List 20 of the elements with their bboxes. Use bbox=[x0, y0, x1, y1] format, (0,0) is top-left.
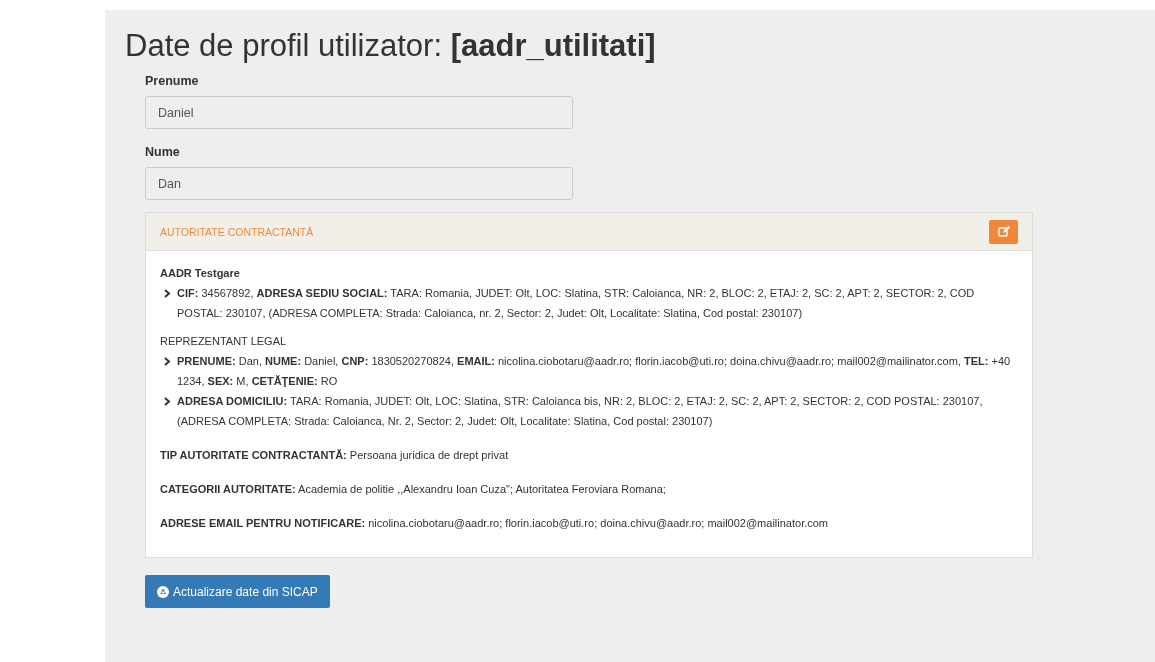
section-heading: REPREZENTANT LEGAL bbox=[160, 334, 288, 349]
input-field[interactable]: Daniel bbox=[145, 96, 573, 129]
info-line: CATEGORII AUTORITATE: Academia de politie ,,Alexandru Ioan Cuza"; Autoritatea Feroviara Romana; bbox=[160, 482, 667, 497]
chevron-icon bbox=[164, 357, 171, 366]
section-heading: AADR Testgare bbox=[160, 266, 241, 281]
panel-title: AUTORITATE CONTRACTANTĂ bbox=[160, 225, 314, 238]
field-label: Prenume bbox=[145, 74, 199, 88]
field-label: Nume bbox=[145, 145, 180, 159]
info-line: ADRESE EMAIL PENTRU NOTIFICARE: nicolina.ciobotaru@aadr.ro; florin.iacob@uti.ro; doina.chivu@aadr.ro; mail002@mailinator.com bbox=[160, 516, 830, 531]
input-field[interactable]: Dan bbox=[145, 167, 573, 200]
chevron-icon bbox=[164, 289, 171, 298]
chevron-icon bbox=[164, 397, 171, 406]
edit-button[interactable] bbox=[989, 219, 1018, 244]
info-line: TIP AUTORITATE CONTRACTANTĂ: Persoana juridica de drept privat bbox=[160, 448, 510, 463]
detail-text: ADRESA DOMICILIU: TARA: Romania, JUDET: Olt, LOC: Slatina, STR: Caloianca bis, NR: 2, BLOC: 2, ETAJ: 2, SC: 2, APT: 2, SECTOR: 2, COD POSTAL: 230107, (ADRESA COMPLETA: Strada: Caloianca, Nr. 2, Sector: 2, Judet: Olt, Localitate: Slatina, Cod postal: 230107) bbox=[177, 394, 984, 429]
detail-text: PRENUME: Dan, NUME: Daniel, CNP: 1830520270824, EMAIL: nicolina.ciobotaru@aadr.ro; florin.iacob@uti.ro; doina.chivu@aadr.ro; mail002@mailinator.com, TEL: +40 1234, SEX: M, CETĂŢENIE: RO bbox=[177, 354, 1012, 389]
page-title: Date de profil utilizator: [aadr_utilitati] bbox=[125, 28, 657, 64]
update-button[interactable]: Actualizare date din SICAP bbox=[145, 575, 330, 608]
edit-icon bbox=[997, 226, 1010, 237]
detail-text: CIF: 34567892, ADRESA SEDIU SOCIAL: TARA: Romania, JUDET: Olt, LOC: Slatina, STR: Caloianca, NR: 2, BLOC: 2, ETAJ: 2, SC: 2, APT: 2, SECTOR: 2, COD POSTAL: 230107, (ADRESA COMPLETA: Strada: Caloianca, nr. 2, Sector: 2, Judet: Olt, Localitate: Slatina, Cod postal: 230107) bbox=[177, 286, 976, 321]
